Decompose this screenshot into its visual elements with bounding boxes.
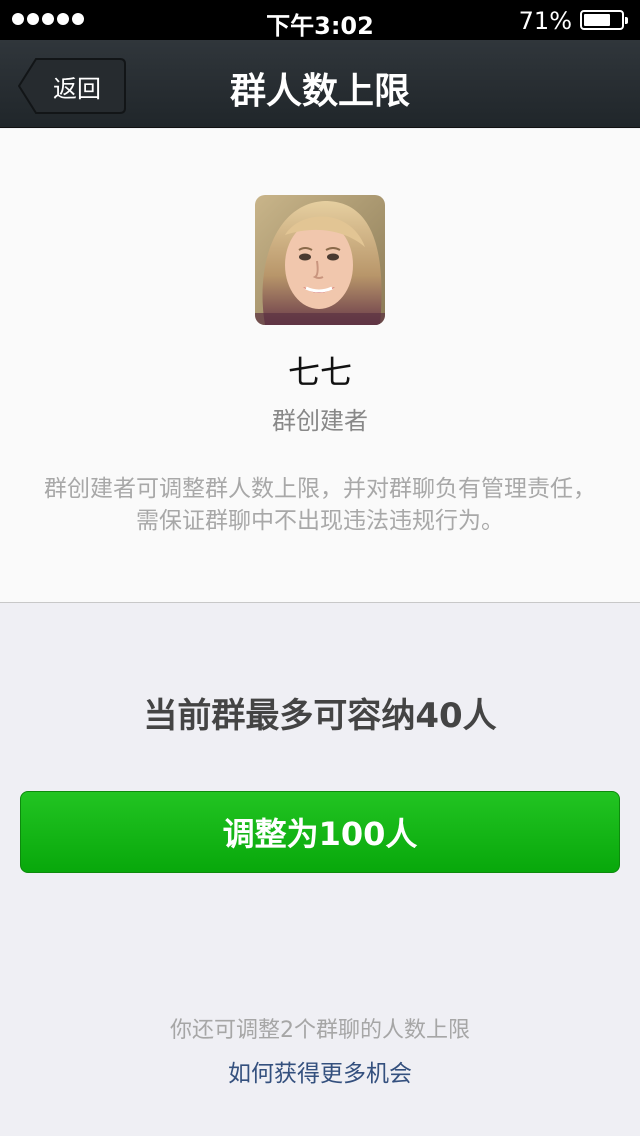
battery-icon (580, 10, 628, 30)
adjust-capacity-button[interactable]: 调整为100人 (20, 791, 620, 873)
navigation-bar: 返回 群人数上限 (0, 40, 640, 128)
current-capacity-text: 当前群最多可容纳40人 (143, 696, 497, 736)
status-bar: 下午3:02 71% (0, 0, 640, 40)
battery-percent: 71% (518, 7, 572, 35)
more-chances-link[interactable]: 如何获得更多机会 (0, 1054, 640, 1088)
battery-fill (584, 14, 610, 26)
owner-name: 七七 (287, 353, 352, 391)
avatar-image (255, 195, 385, 325)
owner-role-label: 群创建者 (272, 407, 368, 435)
owner-profile-section: 七七 群创建者 群创建者可调整群人数上限，并对群聊负有管理责任，需保证群聊中不出… (0, 129, 640, 603)
owner-avatar[interactable] (255, 195, 385, 325)
page-title: 群人数上限 (229, 71, 410, 112)
owner-responsibility-notice: 群创建者可调整群人数上限，并对群聊负有管理责任，需保证群聊中不出现违法违规行为。 (44, 476, 596, 534)
remaining-adjustments-text: 你还可调整2个群聊的人数上限 (170, 1018, 470, 1043)
